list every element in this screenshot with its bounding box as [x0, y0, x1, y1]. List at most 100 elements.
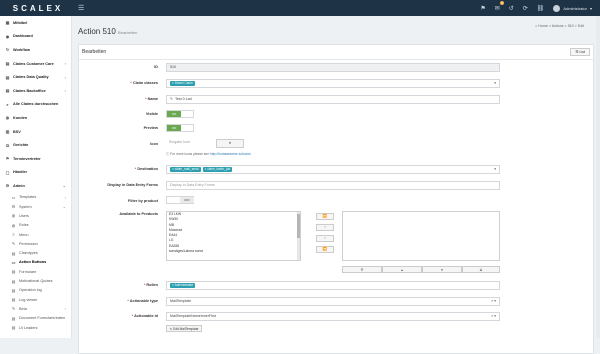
nav-mitbibel-label: Mitbibel	[13, 20, 28, 25]
nav-templates-icon: ▭	[11, 194, 16, 200]
clear-caret-icon[interactable]: × ▾	[491, 298, 496, 305]
filter-toggle[interactable]: OFF	[166, 196, 194, 204]
nav-beta-chevron-icon: ‹	[64, 306, 66, 312]
menu-icon[interactable]: ☰	[78, 4, 84, 12]
nav-ui-leaders[interactable]: ▤ UI Leaders	[0, 323, 71, 332]
nav-claimtypes[interactable]: ▤ Claimtypes	[0, 249, 71, 258]
nav-menu[interactable]: ≡ Menu	[0, 230, 71, 239]
nav-operation-log-icon: ▤	[11, 287, 16, 293]
move-top-button[interactable]: ⇈	[342, 266, 382, 273]
list-button[interactable]: ☰ List	[570, 48, 590, 56]
edit-icon: ✎	[169, 327, 173, 331]
flag-icon[interactable]: ⚑	[480, 5, 485, 12]
actionable-id-select[interactable]: MailTemplateNameInnerFirst × ▾	[166, 312, 500, 321]
nav-bsv[interactable]: ▥ BSV	[0, 125, 71, 139]
actionable-type-label: * Actionable type	[78, 299, 158, 303]
nav-gerichte[interactable]: ⚖ Gerichte	[0, 138, 71, 152]
nav-log-viewer[interactable]: ▤ Log viewer	[0, 295, 71, 304]
preview-toggle[interactable]: ON	[166, 124, 194, 132]
bell-icon[interactable]: ✉ 4	[495, 0, 504, 12]
nav-action-buttons-label: Action Buttons	[19, 260, 47, 265]
claim-class-tag-label: Diesel Claim	[174, 81, 193, 85]
move-down-button[interactable]: ▾	[422, 266, 462, 273]
destination-tag[interactable]: × claim_batch_job	[202, 167, 233, 172]
nav-beta[interactable]: ✎ Beta ‹	[0, 304, 71, 313]
id-label: ID	[154, 65, 158, 69]
refresh-icon[interactable]: ⟳	[523, 5, 528, 12]
icon-clear-button[interactable]: ✕	[216, 139, 244, 148]
nav-workflow[interactable]: ↻ Workflow	[0, 43, 71, 57]
move-all-left-button[interactable]: ⏪	[316, 246, 334, 253]
nav-alle-claims-label: Alle Claims durchsuchen	[13, 102, 59, 107]
breadcrumb-id[interactable]: 510	[568, 24, 574, 28]
name-field[interactable]: ✎ Test 0 Lad	[166, 95, 500, 104]
nav-system[interactable]: ⚙ System ⌄	[0, 202, 71, 211]
nav-beta-icon: ✎	[11, 306, 16, 312]
chevron-down-icon: ▾	[589, 5, 592, 11]
rollen-tag[interactable]: × Administrator	[170, 283, 196, 288]
page-scrollbar[interactable]	[596, 16, 600, 338]
move-bottom-button[interactable]: ⇊	[462, 266, 500, 273]
nav-alle-claims[interactable]: ⌕ Alle Claims durchsuchen	[0, 98, 71, 112]
move-left-button[interactable]: ‹	[316, 235, 334, 242]
nav-dashboard[interactable]: ◉ Dashboard	[0, 30, 71, 44]
nav-terminvertreter[interactable]: ⚑ Terminvertreter	[0, 152, 71, 166]
nav-system-chevron-icon: ⌄	[62, 204, 66, 210]
move-all-right-button[interactable]: ⏩	[316, 213, 334, 220]
nav-permission[interactable]: ✎ Permission	[0, 239, 71, 248]
logo: SCALEX	[12, 3, 64, 13]
move-up-button[interactable]: ▴	[382, 266, 422, 273]
nav-alle-claims-icon: ⌕	[6, 101, 9, 107]
nav-motivational-quotes[interactable]: ▤ Motivational Quotes	[0, 276, 71, 285]
destination-tag-label: claim_batch_job	[207, 167, 231, 171]
nav-terminvertreter-icon: ⚑	[5, 156, 10, 162]
user-menu[interactable]: Administrator ▾	[553, 4, 592, 12]
claim-class-tag[interactable]: × Diesel Claim	[170, 81, 195, 86]
breadcrumb-actions[interactable]: Actions	[552, 24, 564, 28]
claim-classes-select[interactable]: × Diesel Claim ▾	[166, 79, 500, 88]
clear-caret-icon[interactable]: × ▾	[491, 313, 496, 320]
actionable-type-select[interactable]: MailTemplate × ▾	[166, 297, 500, 306]
nav-roles[interactable]: ◍ Roles	[0, 221, 71, 230]
nav-templates[interactable]: ▭ Templates ‹	[0, 193, 71, 202]
pencil-icon: ✎	[170, 97, 174, 101]
visible-label: Visible	[145, 112, 158, 116]
nav-roles-label: Roles	[19, 223, 29, 228]
nav-operation-log[interactable]: ▤ Operation log	[0, 286, 71, 295]
products-source-list[interactable]: E3 LKW KW30 MB Motorrad EA44 LG EA288 sonstiges…	[166, 211, 301, 261]
edit-mailtemplate-button[interactable]: ✎ Edit MailTemplate	[166, 325, 202, 332]
visible-toggle[interactable]: ON	[166, 110, 194, 118]
move-right-button[interactable]: ›	[316, 224, 334, 231]
destination-tag[interactable]: × claim_mail_send	[170, 167, 201, 172]
nav-claims-data-quality[interactable]: ▤ Claims Data Quality ‹	[0, 70, 71, 84]
icon-input[interactable]: Eingabe Icon	[166, 139, 216, 148]
breadcrumb-home[interactable]: Home	[538, 24, 548, 28]
icon-hint-link[interactable]: http://fontawesome.io/icons/	[210, 152, 251, 156]
nav-formulare[interactable]: ▤ Formulare	[0, 267, 71, 276]
nav-terminvertreter-label: Terminvertreter	[13, 156, 41, 161]
display-input[interactable]: Display in Data Entry Forms	[166, 181, 500, 190]
name-label: * Name	[78, 97, 158, 101]
history-icon[interactable]: ↺	[509, 5, 514, 12]
product-option[interactable]: sonstiges/Labora sonst	[167, 249, 300, 254]
nav-users[interactable]: ◍ Users	[0, 211, 71, 220]
nav-bsv-icon: ▥	[5, 129, 10, 135]
nav-document-formularkreaten[interactable]: ▤ Document Formularkreaten	[0, 314, 71, 323]
nav-claims-customer-care[interactable]: ▤ Claims Customer Care ‹	[0, 57, 71, 71]
nav-kunden[interactable]: ◍ Kunden	[0, 111, 71, 125]
icon-label: Icon	[150, 142, 158, 146]
nav-haendler[interactable]: ▢ Händler	[0, 166, 71, 180]
products-selected-list[interactable]	[342, 211, 500, 261]
nav-mitbibel[interactable]: ▦ Mitbibel	[0, 16, 71, 30]
list-scrollbar-thumb[interactable]	[297, 214, 300, 238]
nav-users-label: Users	[19, 213, 29, 218]
nav-claims-backoffice[interactable]: ▤ Claims Backoffice ‹	[0, 84, 71, 98]
nav-operation-log-label: Operation log	[19, 288, 42, 293]
nav-admin[interactable]: ⚙ Admin ⌄	[0, 179, 71, 193]
destination-select[interactable]: × claim_mail_send × claim_batch_job ▾	[166, 165, 500, 174]
nav-action-buttons[interactable]: ▭ Action Buttons	[0, 258, 71, 267]
page-subtitle: Bearbeiten	[118, 30, 138, 35]
nav-bsv-label: BSV	[13, 129, 21, 134]
rollen-select[interactable]: × Administrator	[166, 281, 500, 290]
link-icon[interactable]: ⛓	[537, 5, 545, 12]
